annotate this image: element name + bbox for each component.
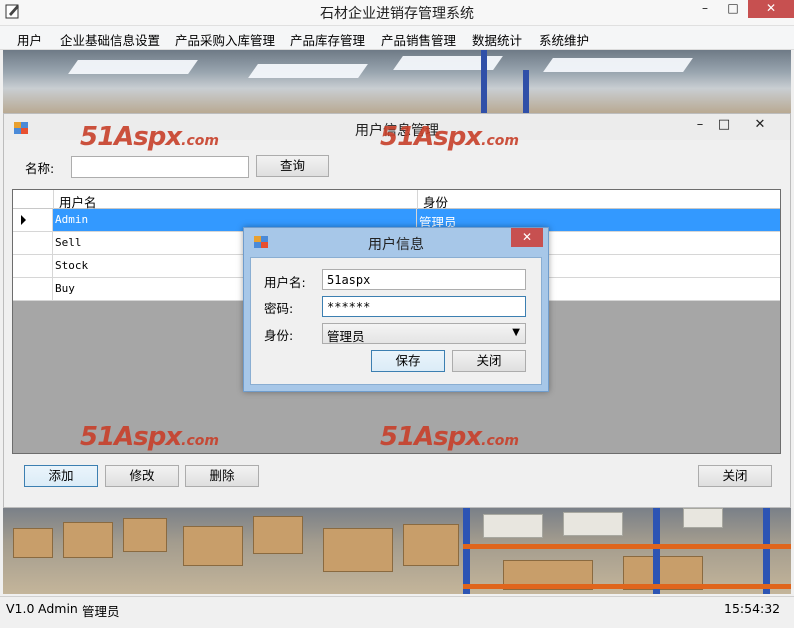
status-version: V1.0	[6, 601, 35, 616]
row-header[interactable]	[13, 232, 53, 254]
main-window-title: 石材企业进销存管理系统	[320, 6, 474, 22]
grid-header: 用户名 身份	[13, 190, 780, 210]
status-time: 15:54:32	[724, 601, 781, 616]
current-row-arrow-icon	[21, 215, 26, 225]
menu-basic-info[interactable]: 企业基础信息设置	[60, 30, 160, 49]
edit-button[interactable]: 修改	[105, 465, 179, 487]
close-button[interactable]: ✕	[748, 0, 794, 18]
watermark-brand: 51Aspx	[80, 122, 182, 152]
save-button[interactable]: 保存	[371, 350, 445, 372]
username-input[interactable]: 51aspx	[322, 269, 526, 290]
dialog-close-icon[interactable]: ✕	[511, 228, 543, 247]
role-select[interactable]: 管理员 ▼	[322, 323, 526, 344]
name-label: 名称:	[25, 161, 55, 176]
menu-purchase[interactable]: 产品采购入库管理	[175, 30, 275, 49]
password-input[interactable]: ******	[322, 296, 526, 317]
username-label: 用户名:	[264, 275, 306, 290]
user-info-dialog: 用户信息 ✕ 用户名: 51aspx 密码: ****** 身份: 管理员 ▼ …	[243, 227, 549, 392]
password-label: 密码:	[264, 301, 294, 316]
menu-bar: 用户 企业基础信息设置 产品采购入库管理 产品库存管理 产品销售管理 数据统计 …	[0, 26, 794, 50]
status-role: 管理员	[82, 604, 120, 619]
role-label: 身份:	[264, 328, 294, 343]
delete-button[interactable]: 删除	[185, 465, 259, 487]
watermark-logo: 51Aspx.com	[80, 422, 219, 452]
dialog-title: 用户信息	[368, 237, 424, 253]
watermark-logo: 51Aspx.com	[80, 122, 219, 152]
name-search-input[interactable]	[71, 156, 249, 178]
main-title-bar: 石材企业进销存管理系统 – □ ✕	[0, 0, 794, 26]
role-select-value: 管理员	[327, 329, 365, 344]
watermark-suffix: .com	[181, 433, 219, 449]
maximize-button[interactable]: □	[720, 0, 746, 18]
watermark-brand: 51Aspx	[380, 422, 482, 452]
search-button[interactable]: 查询	[256, 155, 329, 177]
chevron-down-icon[interactable]: ▼	[512, 327, 520, 338]
watermark-logo: 51Aspx.com	[380, 422, 519, 452]
row-header[interactable]	[13, 255, 53, 277]
menu-system[interactable]: 系统维护	[539, 30, 589, 49]
minimize-button[interactable]: –	[692, 0, 718, 18]
dialog-close-button[interactable]: 关闭	[452, 350, 526, 372]
menu-user[interactable]: 用户	[17, 30, 42, 49]
status-bar: V1.0 Admin 管理员 15:54:32	[0, 596, 794, 619]
menu-sales[interactable]: 产品销售管理	[381, 30, 456, 49]
watermark-brand: 51Aspx	[380, 122, 482, 152]
child-close-button[interactable]: ✕	[748, 117, 772, 132]
menu-inventory[interactable]: 产品库存管理	[290, 30, 365, 49]
watermark-logo: 51Aspx.com	[380, 122, 519, 152]
dialog-body: 用户名: 51aspx 密码: ****** 身份: 管理员 ▼ 保存 关闭	[250, 257, 542, 385]
add-button[interactable]: 添加	[24, 465, 98, 487]
dialog-title-bar: 用户信息 ✕	[244, 228, 548, 256]
watermark-suffix: .com	[481, 433, 519, 449]
status-user: Admin	[38, 601, 78, 616]
menu-statistics[interactable]: 数据统计	[472, 30, 522, 49]
background-image-bottom	[3, 508, 791, 594]
close-window-button[interactable]: 关闭	[698, 465, 772, 487]
child-minimize-button[interactable]: –	[688, 117, 712, 132]
watermark-suffix: .com	[181, 133, 219, 149]
watermark-brand: 51Aspx	[80, 422, 182, 452]
background-image-top	[3, 50, 791, 114]
child-maximize-button[interactable]: □	[712, 117, 736, 132]
watermark-suffix: .com	[481, 133, 519, 149]
row-header[interactable]	[13, 278, 53, 300]
row-header[interactable]	[13, 209, 53, 231]
